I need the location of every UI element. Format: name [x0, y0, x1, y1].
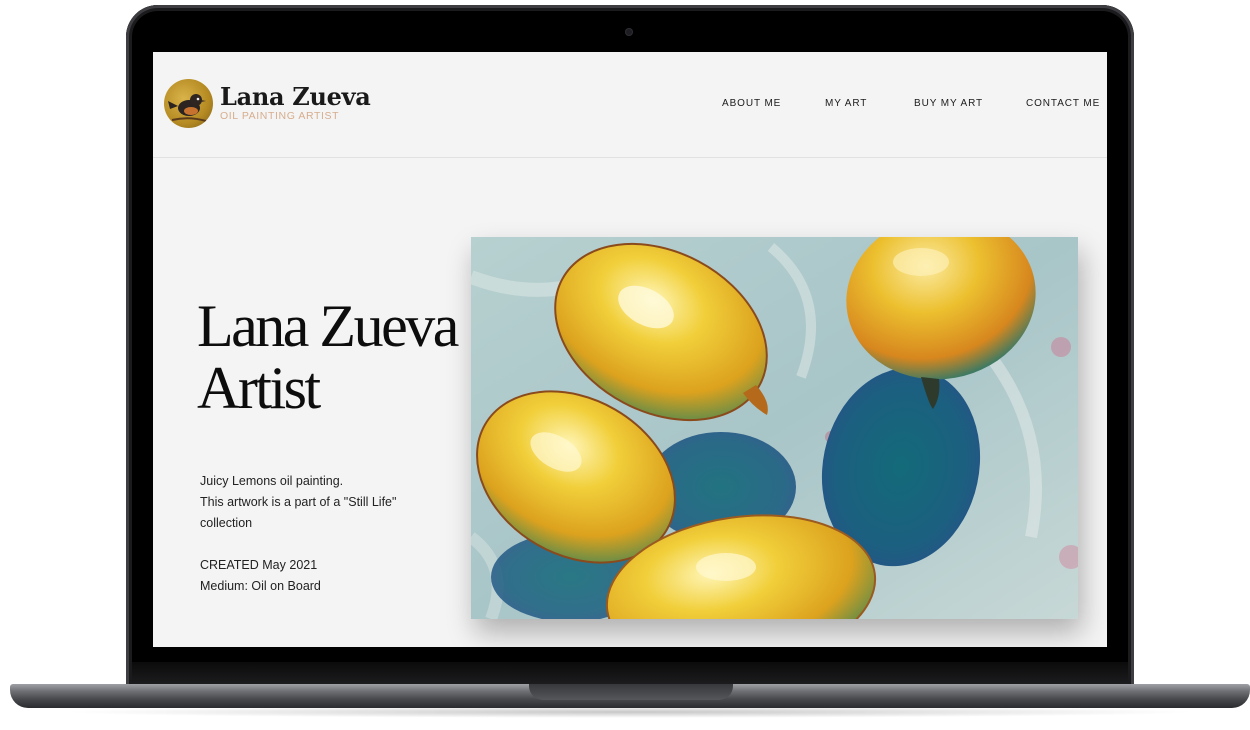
created-date: CREATED May 2021 [200, 558, 318, 572]
laptop-screen: Lana Zueva OIL PAINTING ARTIST ABOUT ME … [153, 52, 1107, 647]
hero-title-line-2: Artist [197, 355, 321, 421]
camera-icon [625, 28, 633, 36]
lemons-painting-image[interactable] [471, 237, 1078, 619]
nav-contact-me[interactable]: CONTACT ME [1026, 98, 1100, 109]
nav-my-art[interactable]: MY ART [825, 98, 867, 109]
medium: Medium: Oil on Board [200, 579, 321, 593]
description-line-1: Juicy Lemons oil painting. [200, 474, 344, 488]
site-header: Lana Zueva OIL PAINTING ARTIST ABOUT ME … [153, 52, 1107, 158]
nav-about-me[interactable]: ABOUT ME [722, 98, 781, 109]
artwork-description: Juicy Lemons oil painting. This artwork … [200, 471, 430, 534]
main-nav: ABOUT ME MY ART BUY MY ART CONTACT ME [153, 98, 1107, 112]
laptop-hinge [132, 662, 1128, 684]
hero-title-line-1: Lana Zueva [197, 293, 459, 359]
hero-title: Lana Zueva Artist [197, 295, 467, 419]
artwork-meta: CREATED May 2021 Medium: Oil on Board [200, 555, 321, 597]
description-line-2: This artwork is a part of a "Still Life"… [200, 495, 397, 530]
laptop-notch [529, 684, 733, 700]
nav-buy-my-art[interactable]: BUY MY ART [914, 98, 983, 109]
